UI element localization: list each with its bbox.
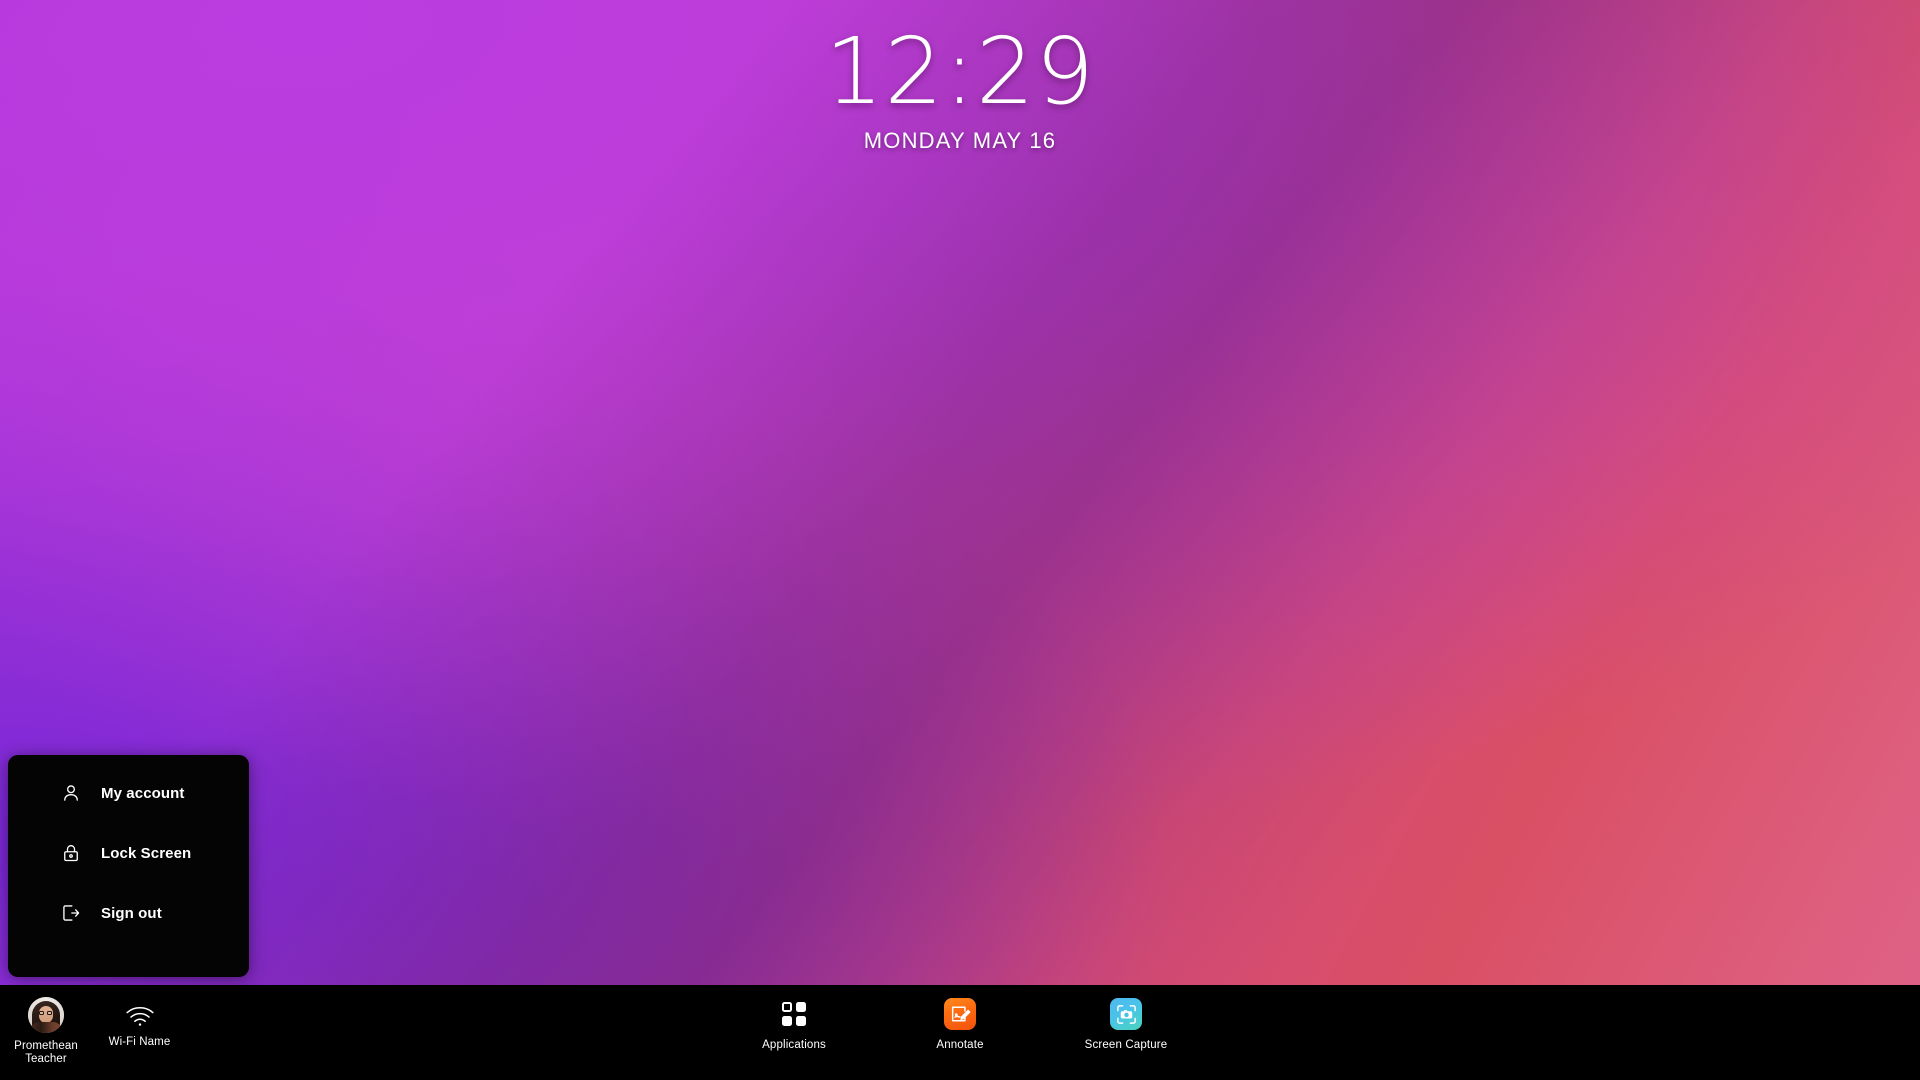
taskbar-app-shortcuts: Applications Annotate Screen Capture <box>0 985 1920 1080</box>
taskbar-app-label: Applications <box>762 1039 826 1051</box>
avatar <box>28 997 64 1033</box>
screen-capture-icon <box>1109 997 1143 1031</box>
taskbar-button-screen-capture[interactable]: Screen Capture <box>1074 997 1178 1051</box>
taskbar-wifi-button[interactable]: Wi-Fi Name <box>92 985 187 1049</box>
taskbar: Promethean Teacher Wi-Fi Name Applicatio… <box>0 985 1920 1080</box>
menu-item-sign-out[interactable]: Sign out <box>8 883 249 943</box>
user-name-line1: Promethean <box>14 1040 78 1052</box>
menu-item-label: Sign out <box>101 904 162 922</box>
taskbar-status-area: Promethean Teacher Wi-Fi Name <box>0 985 187 1080</box>
user-context-menu: My account Lock Screen Sign out <box>8 755 249 977</box>
desktop-wallpaper[interactable] <box>0 0 1920 1080</box>
grid-icon <box>777 997 811 1031</box>
taskbar-app-label: Annotate <box>936 1039 984 1051</box>
person-icon <box>60 782 82 804</box>
taskbar-user-name: Promethean Teacher <box>14 1040 78 1066</box>
menu-item-lock-screen[interactable]: Lock Screen <box>8 823 249 883</box>
menu-item-label: My account <box>101 784 185 802</box>
taskbar-wifi-label: Wi-Fi Name <box>108 1036 171 1048</box>
menu-item-my-account[interactable]: My account <box>8 763 249 823</box>
menu-item-label: Lock Screen <box>101 844 192 862</box>
annotate-icon <box>943 997 977 1031</box>
taskbar-user-button[interactable]: Promethean Teacher <box>0 985 92 1066</box>
sign-out-icon <box>60 902 82 924</box>
taskbar-app-label: Screen Capture <box>1084 1039 1168 1051</box>
taskbar-button-applications[interactable]: Applications <box>742 997 846 1051</box>
taskbar-button-annotate[interactable]: Annotate <box>908 997 1012 1051</box>
lock-icon <box>60 842 82 864</box>
home-screen: 12:29 MONDAY MAY 16 My account Lock Scre… <box>0 0 1920 1080</box>
user-name-line2: Teacher <box>25 1053 67 1065</box>
wifi-icon <box>125 999 155 1033</box>
